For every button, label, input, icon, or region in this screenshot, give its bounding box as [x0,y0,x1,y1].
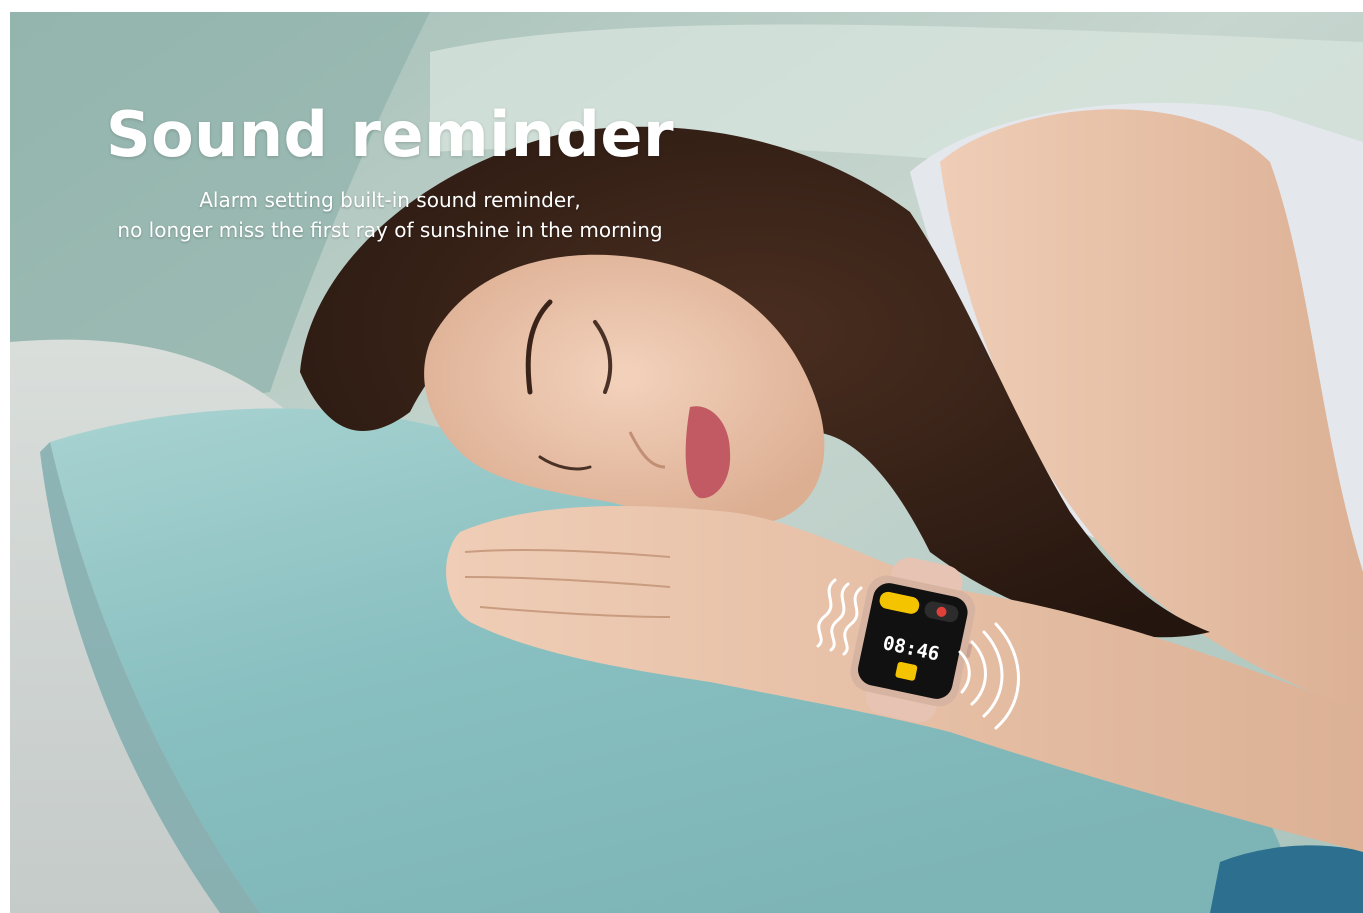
subtitle-line-2: no longer miss the first ray of sunshine… [117,218,663,242]
headline: Sound reminder [105,98,675,171]
subtitle-line-1: Alarm setting built-in sound reminder, [199,188,581,212]
ad-frame: 08:46 Sound reminder Alarm setting built… [0,0,1363,913]
